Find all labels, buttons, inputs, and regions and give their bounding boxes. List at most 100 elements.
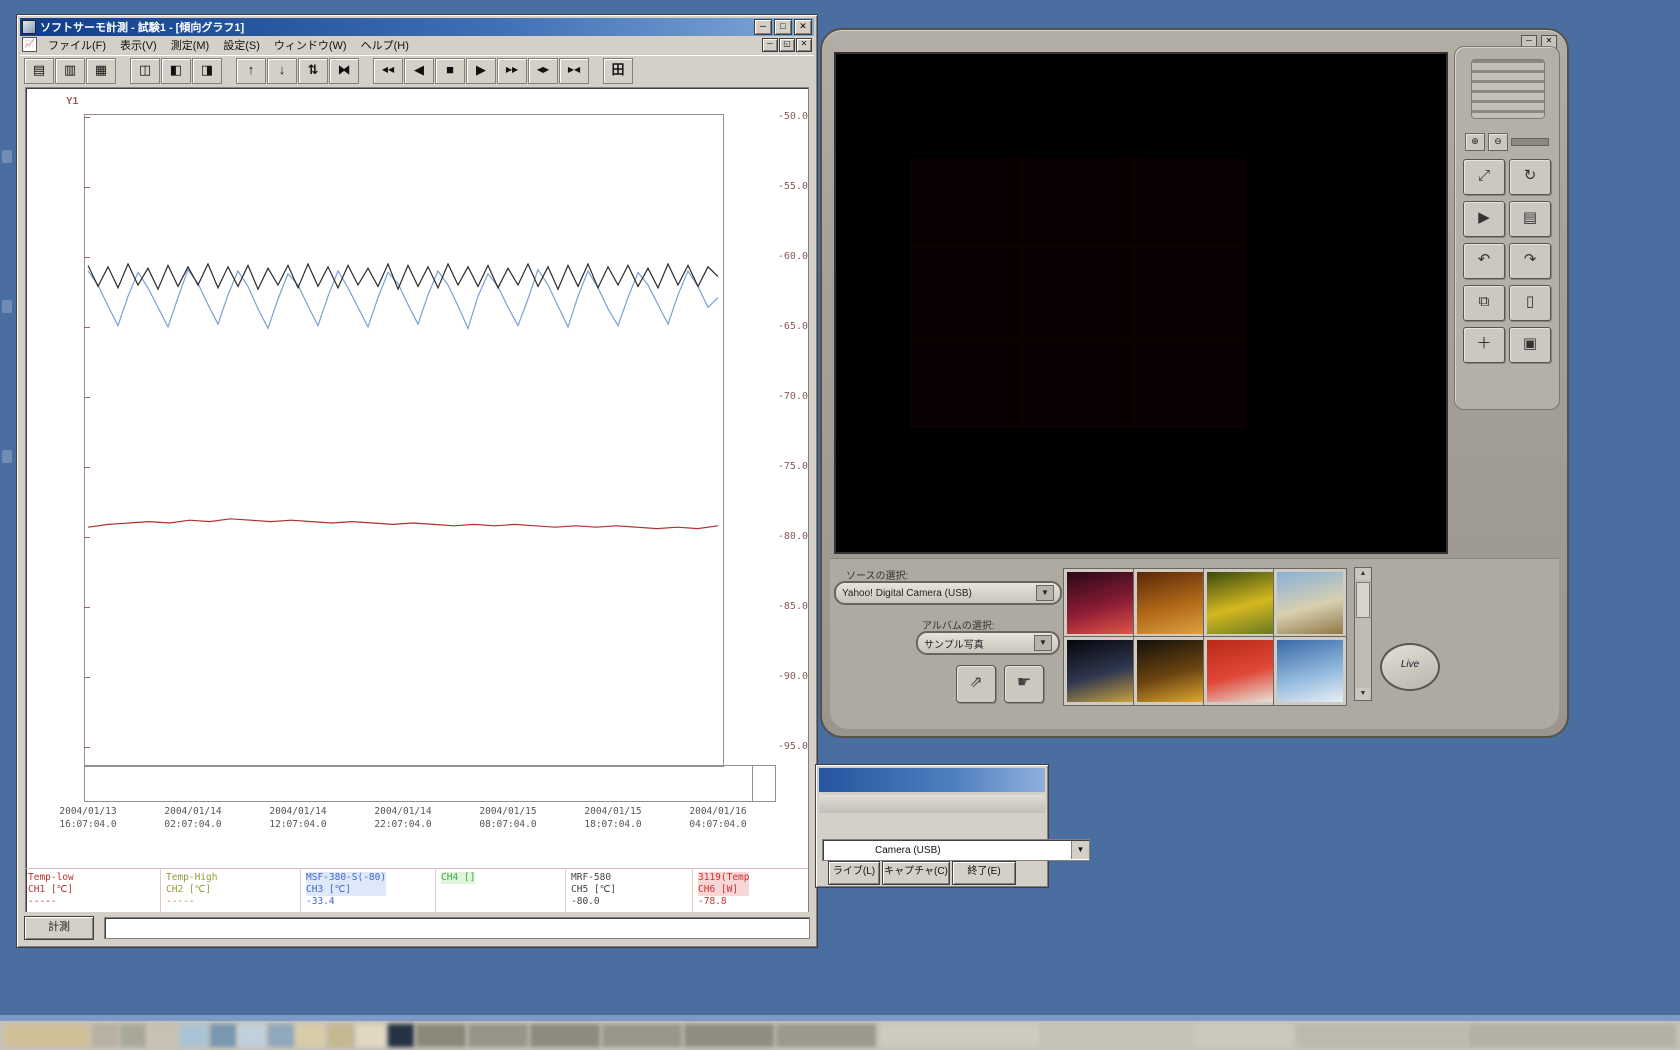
legend-entry[interactable]: MSF-380-S(-80)CH3 [℃]-33.4 [306,872,386,908]
minimize-button[interactable]: ─ [754,19,772,35]
capture-button[interactable]: キャプチャ(C) [882,861,950,885]
taskbar-item[interactable] [530,1024,600,1047]
taskbar-item[interactable] [180,1024,208,1047]
taskbar-item[interactable] [356,1024,386,1047]
digital-view-button[interactable]: ▦ [86,58,116,84]
close-button[interactable]: ✕ [794,19,812,35]
taskbar-item[interactable] [388,1024,414,1047]
split-view-button[interactable]: ◫ [130,58,160,84]
taskbar-item[interactable] [776,1024,876,1047]
menu-item-0[interactable]: ファイル(F) [41,36,113,54]
taskbar-item[interactable] [880,1024,1040,1047]
scroll-up-arrow[interactable]: ▲ [1356,568,1370,580]
status-button[interactable]: 計測 [24,916,94,940]
rewind-button[interactable]: ◀◀ [373,58,403,84]
camera-device-dropdown[interactable]: Camera (USB) ▼ [822,839,1090,861]
menu-item-4[interactable]: ウィンドウ(W) [267,36,354,54]
legend-entry[interactable]: MRF-580CH5 [℃]-80.0 [571,872,616,908]
zoom-in-button[interactable]: ⊕ [1465,133,1485,151]
fast-forward-button[interactable]: ▶▶ [497,58,527,84]
scroll-down-arrow[interactable]: ▼ [1356,688,1370,700]
thumbnail-yellow-flowers[interactable] [1204,569,1276,637]
thumbnail-autumn-leaves[interactable] [1134,569,1206,637]
child-close-button[interactable]: ✕ [796,38,812,52]
portrait-button[interactable]: ▯ [1509,285,1551,321]
maximize-button[interactable]: □ [774,19,792,35]
legend-entry[interactable]: Temp-lowCH1 [℃]----- [28,872,74,908]
table-view-button[interactable]: 田 [603,58,633,84]
taskbar-item[interactable] [120,1024,146,1047]
legend-entry[interactable]: 3119(TempCH6 [W]-78.8 [698,872,749,908]
rotate-left-button[interactable]: ↶ [1463,243,1505,279]
taskbar-item[interactable] [684,1024,774,1047]
taskbar-item[interactable] [210,1024,236,1047]
thumbnail-harbor-town[interactable] [1274,569,1346,637]
child-minimize-button[interactable]: ─ [762,38,778,52]
taskbar-item[interactable] [296,1024,326,1047]
taskbar-item[interactable] [148,1024,178,1047]
taskbar-item[interactable] [1468,1024,1676,1047]
grab-photo-button[interactable]: ☛ [1004,665,1044,703]
scale-up-button[interactable]: ↑ [236,58,266,84]
source-select-dropdown[interactable]: Yahoo! Digital Camera (USB) ▼ [834,581,1062,605]
taskbar-item[interactable] [416,1024,466,1047]
thumbnail-mountain-sky[interactable] [1274,637,1346,705]
taskbar-item[interactable] [1296,1024,1466,1047]
live-button[interactable]: ライブ(L) [828,861,880,885]
taskbar-item[interactable] [238,1024,266,1047]
taskbar-item[interactable] [92,1024,118,1047]
taskbar-item[interactable] [4,1024,90,1047]
menu-item-5[interactable]: ヘルプ(H) [354,36,416,54]
thumbnail-sparkler[interactable] [1134,637,1206,705]
rotate-right-button[interactable]: ↷ [1509,243,1551,279]
copy-button[interactable]: ⧉ [1463,285,1505,321]
taskbar-item[interactable] [268,1024,294,1047]
right-pane-button[interactable]: ◨ [192,58,222,84]
thumbnail-night-city[interactable] [1064,637,1136,705]
child-restore-button[interactable]: ◱ [779,38,795,52]
step-back-button[interactable]: ◀ [404,58,434,84]
bar-graph-button[interactable]: ▥ [55,58,85,84]
thumbnail-scrollbar[interactable]: ▲ ▼ [1354,567,1372,701]
time-axis-button[interactable]: ⧓ [329,58,359,84]
step-forward-button[interactable]: ▶ [466,58,496,84]
legend-entry[interactable]: Temp-HighCH2 [℃]----- [166,872,217,908]
scale-down-button[interactable]: ↓ [267,58,297,84]
shrink-x-button[interactable]: ▶◀ [559,58,589,84]
add-button[interactable]: ＋ [1463,327,1505,363]
live-button[interactable]: Live [1380,643,1440,691]
scale-fit-button[interactable]: ⇅ [298,58,328,84]
fit-screen-button[interactable]: ⤢ [1463,159,1505,195]
taskbar-item[interactable] [1042,1024,1192,1047]
menu-item-2[interactable]: 測定(M) [164,36,217,54]
play-button[interactable]: ▶ [1463,201,1505,237]
settings-button[interactable]: ▣ [1509,327,1551,363]
chevron-down-icon[interactable]: ▼ [1071,841,1089,859]
legend-entry[interactable]: CH4 [] [441,872,475,884]
stop-button[interactable]: ■ [435,58,465,84]
zoom-slider[interactable] [1511,138,1549,146]
taskbar-item[interactable] [602,1024,682,1047]
expand-x-button[interactable]: ◀▶ [528,58,558,84]
left-pane-button[interactable]: ◧ [161,58,191,84]
taskbar-item[interactable] [1194,1024,1294,1047]
taskbar-item[interactable] [468,1024,528,1047]
album-select-dropdown[interactable]: サンプル写真 ▼ [916,631,1060,655]
desktop-icon-sliver[interactable] [2,300,12,313]
thumbnail-person-in-red[interactable] [1204,637,1276,705]
status-field[interactable] [104,917,810,939]
menu-item-1[interactable]: 表示(V) [113,36,164,54]
chevron-down-icon[interactable]: ▼ [1034,635,1052,651]
taskbar[interactable] [0,1015,1680,1050]
exit-button[interactable]: 終了(E) [952,861,1016,885]
chevron-down-icon[interactable]: ▼ [1036,585,1054,601]
scrollbar-thumb[interactable] [1356,582,1370,618]
list-view-button[interactable]: ▤ [1509,201,1551,237]
menu-item-3[interactable]: 設定(S) [216,36,267,54]
thumbnail-fireworks[interactable] [1064,569,1136,637]
refresh-button[interactable]: ↻ [1509,159,1551,195]
desktop-icon-sliver[interactable] [2,450,12,463]
export-photo-button[interactable]: ⇗ [956,665,996,703]
taskbar-item[interactable] [328,1024,354,1047]
trend-graph-button[interactable]: ▤ [24,58,54,84]
